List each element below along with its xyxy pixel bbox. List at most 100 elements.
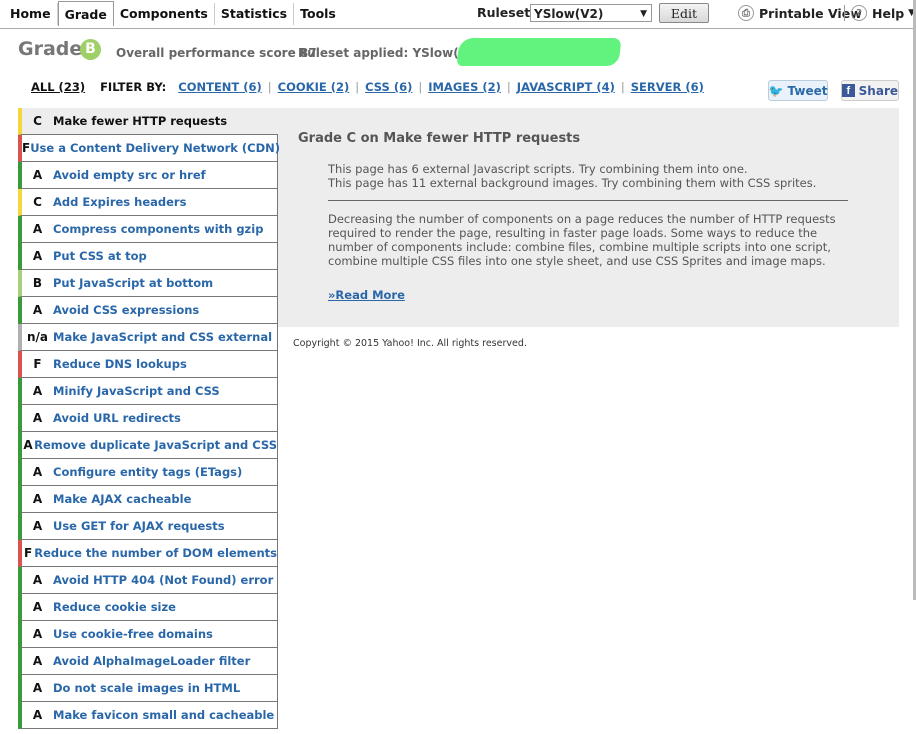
rule-grade: A <box>32 492 43 506</box>
rule-name: Minify JavaScript and CSS <box>53 384 220 398</box>
rule-grade: F <box>33 357 42 371</box>
redaction-mark <box>456 38 622 66</box>
rule-item[interactable]: F Use a Content Delivery Network (CDN) <box>18 135 281 162</box>
rule-grade: A <box>32 411 43 425</box>
rule-item[interactable]: A Put CSS at top <box>18 243 278 270</box>
rule-name: Make AJAX cacheable <box>53 492 192 506</box>
rule-grade: A <box>32 600 43 614</box>
share-label: Share <box>858 83 898 98</box>
rule-name: Compress components with gzip <box>53 222 264 236</box>
tab-home[interactable]: Home <box>4 3 58 25</box>
finding-scripts: This page has 6 external Javascript scri… <box>328 162 748 176</box>
filter-server[interactable]: SERVER (6) <box>631 80 704 94</box>
rule-name: Avoid AlphaImageLoader filter <box>53 654 251 668</box>
filter-bar: ALL (23) FILTER BY: CONTENT (6) | COOKIE… <box>31 80 704 94</box>
rule-item[interactable]: C Make fewer HTTP requests <box>18 108 278 135</box>
rule-item[interactable]: A Make AJAX cacheable <box>18 486 278 513</box>
filter-separator: | <box>620 80 625 94</box>
rule-item[interactable]: A Configure entity tags (ETags) <box>18 459 278 486</box>
tab-components[interactable]: Components <box>114 3 215 25</box>
rule-item[interactable]: n/a Make JavaScript and CSS external <box>18 324 278 351</box>
rule-grade: A <box>32 681 43 695</box>
rulesets-select-value: YSlow(V2) <box>534 7 604 21</box>
filter-content[interactable]: CONTENT (6) <box>178 80 262 94</box>
rule-name: Make favicon small and cacheable <box>53 708 275 722</box>
tab-tools[interactable]: Tools <box>294 3 342 25</box>
filter-css[interactable]: CSS (6) <box>365 80 412 94</box>
tab-statistics[interactable]: Statistics <box>215 3 295 25</box>
copyright: Copyright © 2015 Yahoo! Inc. All rights … <box>293 338 527 349</box>
detail-findings: This page has 6 external Javascript scri… <box>328 162 816 190</box>
rule-item[interactable]: A Use cookie-free domains <box>18 621 278 648</box>
rule-item[interactable]: A Avoid URL redirects <box>18 405 278 432</box>
rule-item[interactable]: A Compress components with gzip <box>18 216 278 243</box>
rule-grade: A <box>32 519 43 533</box>
printer-icon: ⎙ <box>738 5 754 21</box>
rule-item[interactable]: A Reduce cookie size <box>18 594 278 621</box>
filter-cookie[interactable]: COOKIE (2) <box>278 80 350 94</box>
rule-grade: C <box>33 195 42 209</box>
detail-title: Grade C on Make fewer HTTP requests <box>298 131 581 146</box>
rule-name: Make JavaScript and CSS external <box>53 330 273 344</box>
rule-name: Do not scale images in HTML <box>53 681 241 695</box>
rule-item[interactable]: B Put JavaScript at bottom <box>18 270 278 297</box>
rule-item[interactable]: A Remove duplicate JavaScript and CSS <box>18 432 278 459</box>
rule-grade: A <box>32 222 43 236</box>
rule-name: Use GET for AJAX requests <box>53 519 225 533</box>
rule-grade: A <box>32 249 43 263</box>
rule-item[interactable]: A Avoid AlphaImageLoader filter <box>18 648 278 675</box>
edit-button[interactable]: Edit <box>659 3 709 23</box>
rule-grade: F <box>24 546 33 560</box>
rule-grade: A <box>32 168 43 182</box>
rule-name: Make fewer HTTP requests <box>53 114 228 128</box>
rule-name: Reduce the number of DOM elements <box>34 546 277 560</box>
rulesets-label: Rulesets <box>477 5 538 20</box>
printable-view-label: Printable View <box>759 5 862 21</box>
top-toolbar: Home Grade Components Statistics Tools R… <box>0 0 916 28</box>
rule-name: Avoid URL redirects <box>53 411 181 425</box>
rule-grade: A <box>32 573 43 587</box>
rule-grade: A <box>32 708 43 722</box>
tab-grade[interactable]: Grade <box>57 1 114 26</box>
rule-item[interactable]: A Use GET for AJAX requests <box>18 513 278 540</box>
rule-item[interactable]: F Reduce the number of DOM elements <box>18 540 278 567</box>
overall-score: Overall performance score 87 <box>116 46 317 60</box>
rule-name: Avoid empty src or href <box>53 168 206 182</box>
rule-name: Remove duplicate JavaScript and CSS <box>34 438 277 452</box>
help-label: Help <box>872 5 905 21</box>
detail-divider <box>328 200 848 201</box>
rule-item[interactable]: A Minify JavaScript and CSS <box>18 378 278 405</box>
rule-grade: n/a <box>26 330 49 344</box>
rule-item[interactable]: A Make favicon small and cacheable <box>18 702 278 729</box>
rule-grade: A <box>32 627 43 641</box>
rule-item[interactable]: A Avoid CSS expressions <box>18 297 278 324</box>
rule-name: Reduce DNS lookups <box>53 357 187 371</box>
rule-item[interactable]: A Do not scale images in HTML <box>18 675 278 702</box>
rule-item[interactable]: F Reduce DNS lookups <box>18 351 278 378</box>
filter-javascript[interactable]: JAVASCRIPT (4) <box>517 80 615 94</box>
filter-all[interactable]: ALL (23) <box>31 80 85 94</box>
grade-badge: B <box>80 39 101 60</box>
grade-title: Grade <box>18 38 83 60</box>
rule-name: Configure entity tags (ETags) <box>53 465 243 479</box>
rule-item[interactable]: C Add Expires headers <box>18 189 278 216</box>
filter-separator: | <box>418 80 423 94</box>
finding-background-images: This page has 11 external background ima… <box>328 176 817 190</box>
rulesets-select[interactable]: YSlow(V2) ▼ <box>530 4 652 22</box>
rule-name: Use a Content Delivery Network (CDN) <box>30 141 281 155</box>
filter-separator: | <box>355 80 360 94</box>
filter-images[interactable]: IMAGES (2) <box>428 80 501 94</box>
rule-grade: B <box>32 276 43 290</box>
share-button[interactable]: f Share <box>841 80 899 101</box>
read-more-link[interactable]: »Read More <box>328 288 405 302</box>
rule-grade: A <box>32 465 43 479</box>
detail-description: Decreasing the number of components on a… <box>328 212 836 268</box>
tweet-button[interactable]: 🐦 Tweet <box>768 80 828 101</box>
rule-item[interactable]: A Avoid HTTP 404 (Not Found) error <box>18 567 278 594</box>
filter-separator: | <box>267 80 272 94</box>
rule-item[interactable]: A Avoid empty src or href <box>18 162 278 189</box>
rule-grade: A <box>32 303 43 317</box>
rules-list: C Make fewer HTTP requests F Use a Content … <box>18 108 281 729</box>
rule-grade: A <box>32 654 43 668</box>
help-button[interactable]: ? Help ▼ <box>851 5 915 21</box>
